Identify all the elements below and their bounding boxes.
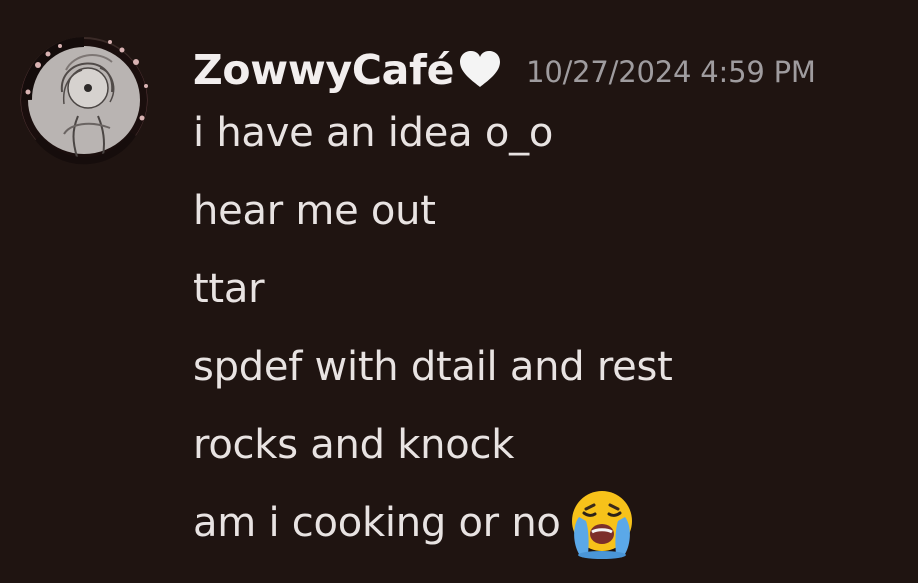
- message-line: spdef with dtail and rest: [193, 337, 673, 397]
- username[interactable]: ZowwyCafé: [193, 46, 454, 94]
- crying-face-icon: [566, 487, 638, 559]
- timestamp[interactable]: 10/27/2024 4:59 PM: [526, 51, 816, 89]
- message-text: i have an idea o_o: [193, 110, 554, 156]
- message-text: hear me out: [193, 188, 436, 234]
- message-text: am i cooking or no: [193, 500, 561, 546]
- avatar-sketch-icon: [20, 37, 148, 165]
- avatar[interactable]: [14, 34, 156, 166]
- message-line: hear me out: [193, 181, 436, 241]
- message-text: ttar: [193, 266, 265, 312]
- message-line: am i cooking or no: [193, 491, 638, 559]
- message-text: rocks and knock: [193, 422, 515, 468]
- message-text: spdef with dtail and rest: [193, 344, 673, 390]
- chat-message-group: ZowwyCafé 10/27/2024 4:59 PM i have an i…: [0, 0, 918, 583]
- message-line: rocks and knock: [193, 415, 514, 475]
- message-line: ttar: [193, 259, 265, 319]
- white-heart-icon: [456, 46, 504, 94]
- message-line: i have an idea o_o: [193, 103, 553, 163]
- message-header: ZowwyCafé 10/27/2024 4:59 PM: [193, 40, 816, 100]
